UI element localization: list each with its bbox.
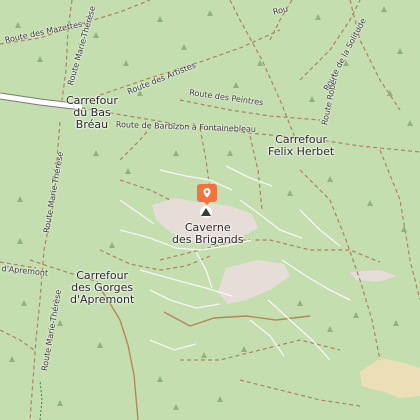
place-label-carrefour-gorges-apremont: Carrefour des Gorges d'Apremont bbox=[70, 269, 135, 306]
cave-icon bbox=[200, 206, 212, 218]
map-pin-icon[interactable] bbox=[196, 183, 218, 205]
place-label-carrefour-felix-herbet: Carrefour Felix Herbet bbox=[268, 133, 335, 158]
place-label-carrefour-bas-breau: Carrefour du Bas Bréau bbox=[66, 94, 118, 131]
map-base-layer bbox=[0, 0, 420, 420]
sand-area bbox=[360, 358, 420, 398]
footpaths bbox=[119, 165, 351, 361]
rock-area bbox=[218, 260, 290, 304]
footpath-green bbox=[39, 379, 43, 420]
place-label-caverne-brigands: Caverne des Brigands bbox=[172, 221, 244, 246]
map-canvas[interactable]: Carrefour du Bas Bréau Carrefour Felix H… bbox=[0, 0, 420, 420]
